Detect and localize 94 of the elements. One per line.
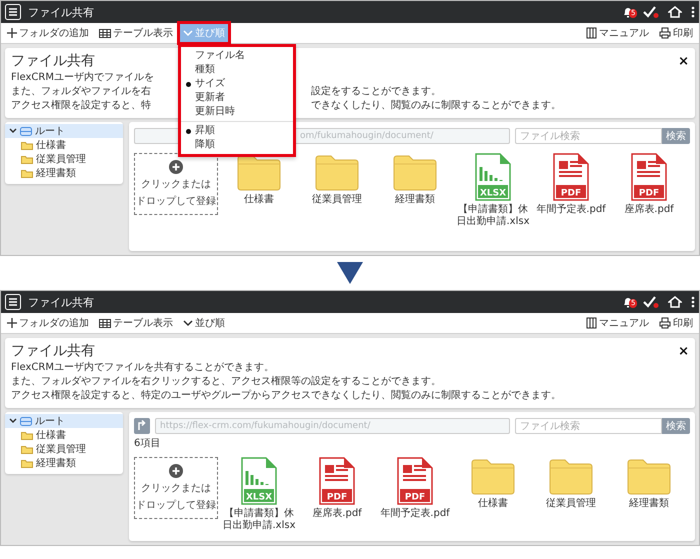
description-text: できなくしたり、閲覧のみに制限することができます。	[311, 99, 561, 113]
folder-name: 従業員管理	[545, 498, 597, 510]
printer-icon	[659, 27, 671, 39]
close-button[interactable]: ×	[678, 54, 689, 68]
description-text: アクセス権限を設定すると、特	[11, 99, 151, 113]
folder-icon	[21, 168, 33, 178]
folder-name: 経理書類	[628, 498, 670, 510]
tree-item[interactable]: 従業員管理	[5, 442, 123, 456]
chevron-down-icon	[183, 318, 193, 328]
menu-icon[interactable]	[5, 4, 21, 20]
tree-item[interactable]: 経理書類	[5, 166, 123, 180]
spreadsheet-file-icon: XLSX	[241, 457, 277, 505]
plus-icon	[7, 318, 17, 328]
manual-link[interactable]: マニュアル	[583, 314, 652, 332]
menu-item[interactable]: 更新者	[181, 91, 293, 105]
file-name: 年間予定表.pdf	[379, 508, 451, 520]
table-view-button[interactable]: テーブル表示	[96, 24, 176, 42]
pdf-file-icon: PDF	[397, 457, 433, 505]
more-icon[interactable]	[691, 296, 695, 308]
file-name: 座席表.pdf	[311, 508, 363, 520]
description-text: アクセス権限を設定すると、特定のユーザやグループからアクセスできなくしたり、閲覧のみに制限することができます。	[11, 389, 561, 403]
manual-link[interactable]: マニュアル	[583, 24, 652, 42]
folder-icon	[549, 457, 593, 495]
upload-dropzone[interactable]: クリックまたは ドロップして登録	[134, 457, 218, 519]
print-button[interactable]: 印刷	[656, 314, 696, 332]
spreadsheet-file-icon: XLSX	[475, 153, 511, 201]
folder-name: 従業員管理	[311, 194, 363, 206]
app-title: ファイル共有	[28, 4, 94, 20]
pdf-file-icon: PDF	[631, 153, 667, 201]
search-field[interactable]: ファイル検索	[515, 418, 662, 434]
plus-icon	[169, 160, 183, 174]
description-text: また、フォルダやファイルを右	[11, 85, 151, 99]
folder-name: 仕様書	[477, 498, 509, 510]
pdf-file-icon: PDF	[319, 457, 355, 505]
add-folder-button[interactable]: フォルダの追加	[4, 24, 92, 42]
folder-icon	[21, 444, 33, 454]
tree-item[interactable]: 仕様書	[5, 138, 123, 152]
down-arrow-icon	[337, 262, 363, 284]
file-name: 座席表.pdf	[623, 204, 675, 216]
caret-icon[interactable]	[9, 127, 17, 135]
menu-item[interactable]: サイズ	[181, 77, 293, 91]
panel-title: ファイル共有	[11, 342, 95, 360]
file-name: 年間予定表.pdf	[535, 204, 607, 216]
tree-item[interactable]: 従業員管理	[5, 152, 123, 166]
menu-icon[interactable]	[5, 294, 21, 310]
home-icon[interactable]	[668, 296, 682, 308]
menu-item[interactable]: 更新日時	[181, 105, 293, 119]
tree-item[interactable]: ルート	[5, 124, 123, 138]
print-button[interactable]: 印刷	[656, 24, 696, 42]
tree-item[interactable]: 経理書類	[5, 456, 123, 470]
folder-icon	[21, 154, 33, 164]
plus-icon	[7, 28, 17, 38]
folder-icon	[21, 430, 33, 440]
file-name: 【申請書類】休日出勤申請.xlsx	[455, 204, 530, 228]
more-icon[interactable]	[691, 6, 695, 18]
up-folder-button[interactable]	[134, 418, 150, 434]
close-button[interactable]: ×	[678, 344, 689, 358]
menu-item[interactable]: ファイル名	[181, 49, 293, 63]
table-icon	[99, 318, 111, 328]
description-text: また、フォルダやファイルを右クリックすると、アクセス権限等の設定をすることができます。	[11, 375, 441, 389]
printer-icon	[659, 317, 671, 329]
checkmark-icon[interactable]	[643, 296, 659, 308]
search-field[interactable]: ファイル検索	[515, 128, 662, 144]
description-text: FlexCRMユーザ内でファイルを	[11, 71, 154, 85]
checkmark-icon[interactable]	[643, 6, 659, 18]
tree-item[interactable]: 仕様書	[5, 428, 123, 442]
item-count: 6項目	[134, 437, 162, 451]
folder-icon	[471, 457, 515, 495]
home-icon[interactable]	[668, 6, 682, 18]
upload-dropzone[interactable]: クリックまたは ドロップして登録	[134, 153, 218, 215]
drive-icon	[20, 126, 32, 136]
description-text: FlexCRMユーザ内でファイルを共有することができます。	[11, 361, 274, 375]
pdf-file-icon: PDF	[553, 153, 589, 201]
tree-item[interactable]: ルート	[5, 414, 123, 428]
chevron-down-icon	[183, 28, 193, 38]
folder-icon	[393, 153, 437, 191]
panel-title: ファイル共有	[11, 52, 95, 70]
table-icon	[99, 28, 111, 38]
folder-name: 経理書類	[394, 194, 436, 206]
folder-icon	[627, 457, 671, 495]
add-folder-button[interactable]: フォルダの追加	[4, 314, 92, 332]
drive-icon	[20, 416, 32, 426]
file-name: 【申請書類】休日出勤申請.xlsx	[221, 508, 296, 532]
caret-icon[interactable]	[9, 417, 17, 425]
table-view-button[interactable]: テーブル表示	[96, 314, 176, 332]
plus-icon	[169, 464, 183, 478]
app-title: ファイル共有	[28, 294, 94, 310]
folder-icon	[315, 153, 359, 191]
menu-item[interactable]: 種類	[181, 63, 293, 77]
description-text: 設定をすることができます。	[311, 85, 441, 99]
folder-icon	[21, 140, 33, 150]
folder-icon	[21, 458, 33, 468]
folder-name: 仕様書	[243, 194, 275, 206]
sort-button[interactable]: 並び順	[180, 314, 228, 332]
